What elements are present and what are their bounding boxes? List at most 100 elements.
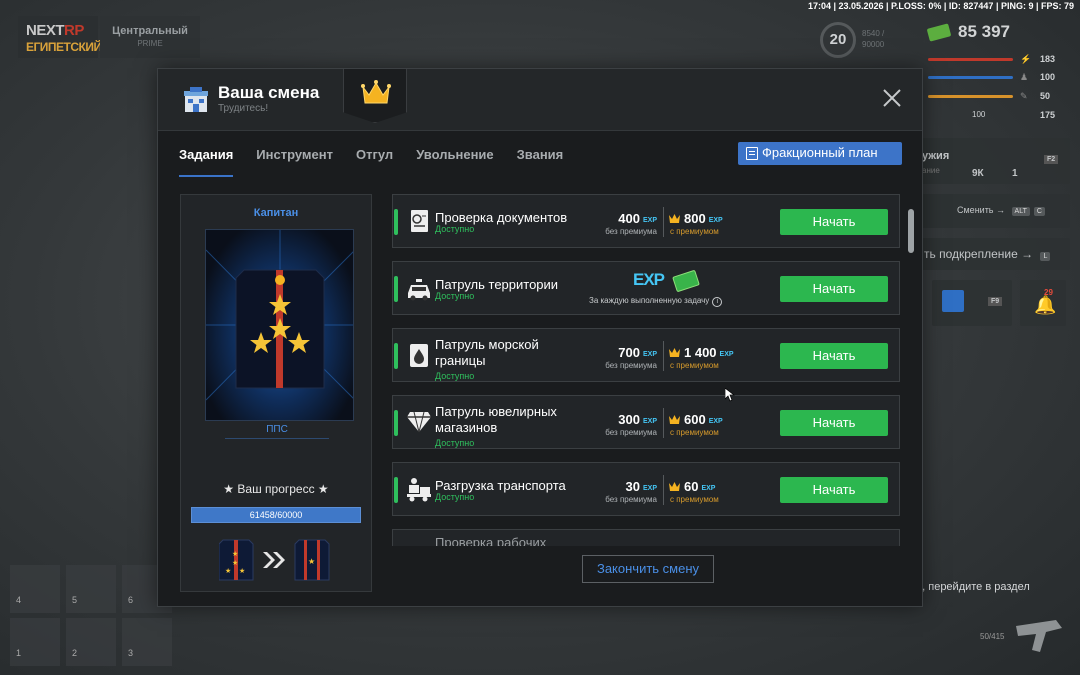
shift-dialog: Ваша смена Трудитесь! Задания Инструмент… (157, 68, 923, 607)
captain-epaulet-icon (206, 230, 353, 401)
server-name: Центральный (112, 25, 188, 37)
tab-day-off[interactable]: Отгул (356, 147, 393, 177)
rank-unit: ППС (225, 421, 329, 439)
health-bar (928, 58, 1013, 61)
end-shift-button[interactable]: Закончить смену (582, 555, 714, 583)
crown-icon (361, 80, 391, 104)
jewel-icon (407, 411, 431, 433)
slot-4[interactable]: 4 (10, 565, 60, 613)
exp-tag: EXP (642, 217, 657, 224)
reward-note: За каждую выполненную задачу i (589, 296, 723, 307)
crown-icon (669, 482, 680, 491)
divider (663, 475, 664, 505)
cash-icon (672, 269, 700, 293)
task-list: Проверка документов Доступно 400 EXP без … (392, 194, 902, 546)
bell-icon: 🔔 (1034, 295, 1057, 315)
no-premium-label: без премиума (605, 361, 657, 370)
svg-text:★: ★ (232, 559, 238, 567)
slot-1[interactable]: 1 (10, 618, 60, 666)
reinforce-text: ть подкрепление (924, 247, 1018, 261)
exp-tag: EXP (642, 418, 657, 425)
start-button[interactable]: Начать (780, 209, 888, 235)
start-button[interactable]: Начать (780, 410, 888, 436)
available-marker (394, 343, 398, 369)
available-marker (394, 410, 398, 436)
exp-value: 400 (618, 211, 640, 226)
server-name-box: Центральный PRIME (100, 16, 200, 58)
available-marker (394, 276, 398, 302)
logo-text: NEXT (26, 22, 65, 39)
key-f9: F9 (988, 297, 1003, 306)
start-button[interactable]: Начать (780, 276, 888, 302)
premium-exp-value: 600 (684, 412, 706, 427)
slot-5[interactable]: 5 (66, 565, 116, 613)
slot-3[interactable]: 3 (122, 618, 172, 666)
task-name: Патруль ювелирных магазинов (435, 404, 557, 435)
crown-icon (669, 214, 680, 223)
no-premium-label: без премиума (605, 428, 657, 437)
exp-premium: 1 400 EXP (669, 345, 734, 360)
crown-icon (669, 348, 680, 357)
forklift-icon (407, 478, 431, 502)
no-premium-label: без премиума (605, 495, 657, 504)
level-exp: 8540 / 90000 (862, 28, 884, 50)
exp-value: 700 (618, 345, 640, 360)
tab-tools[interactable]: Инструмент (256, 147, 333, 177)
close-icon[interactable] (882, 88, 902, 108)
faction-plan-button[interactable]: Фракционный план (738, 142, 902, 165)
reinforce-label: ть подкрепление → L (924, 247, 1051, 261)
tab-dismissal[interactable]: Увольнение (416, 147, 493, 177)
task-status: Доступно (435, 492, 475, 502)
with-premium-label: с премиумом (670, 361, 719, 370)
exp-standard: 300 EXP (583, 412, 657, 427)
chevron-right-icon (263, 552, 285, 568)
money-value: 85 397 (958, 22, 1010, 41)
pulse-icon: ⚡ (1020, 54, 1032, 64)
level-badge: 20 (820, 22, 856, 58)
exp-standard: 400 EXP (583, 211, 657, 226)
start-button[interactable]: Начать (780, 477, 888, 503)
exp-premium: 600 EXP (669, 412, 723, 427)
available-marker (394, 477, 398, 503)
key-l: L (1040, 252, 1051, 261)
exp-tag-large: EXP (633, 270, 665, 289)
exp-premium: 800 EXP (669, 211, 723, 226)
task-status: Доступно (435, 224, 475, 234)
money-display: 85 397 (926, 22, 1010, 42)
divider (663, 341, 664, 371)
mouse-cursor-icon (725, 388, 735, 402)
rank-card: Капитан ППС ★ Ваш прогресс ★ 61458/60000… (180, 194, 372, 592)
stat-shield: 175 (1040, 110, 1056, 120)
exp-premium: 60 EXP (669, 479, 715, 494)
server-logo: NEXTRP ЕГИПЕТСКИЙ (18, 16, 102, 58)
task-list-scrollbar[interactable] (908, 209, 914, 253)
current-rank-icon: ★★★ ★ (219, 539, 254, 581)
task-row: Патруль морской границы Доступно 700 EXP … (392, 328, 900, 382)
with-premium-label: с премиумом (670, 495, 719, 504)
tools-label: ужия (922, 150, 950, 162)
svg-text:★: ★ (225, 567, 231, 575)
exp-tag: EXP (642, 485, 657, 492)
plan-icon (746, 147, 758, 160)
reward-note-text: За каждую выполненную задачу (589, 296, 710, 305)
task-status: Доступно (435, 371, 475, 381)
premium-crown-badge[interactable] (343, 69, 407, 123)
exp-standard: 700 EXP (583, 345, 657, 360)
start-button[interactable]: Начать (780, 343, 888, 369)
svg-text:★: ★ (232, 550, 238, 558)
divider (663, 408, 664, 438)
water-icon (410, 344, 428, 367)
stat-armor: 100 (1040, 72, 1056, 82)
exp-tag: EXP (642, 351, 657, 358)
task-status: Доступно (435, 438, 475, 448)
dialog-title: Ваша смена (218, 83, 320, 102)
info-icon[interactable]: i (712, 297, 723, 307)
tab-tasks[interactable]: Задания (179, 147, 234, 177)
change-label: Сменить → ALT C (957, 205, 1045, 216)
slot-2[interactable]: 2 (66, 618, 116, 666)
task-row: Проверка документов Доступно 400 EXP без … (392, 194, 900, 248)
logo-accent: RP (64, 22, 84, 39)
tab-ranks[interactable]: Звания (517, 147, 564, 177)
faction-plan-label: Фракционный план (762, 145, 878, 160)
cash-icon (926, 23, 952, 42)
